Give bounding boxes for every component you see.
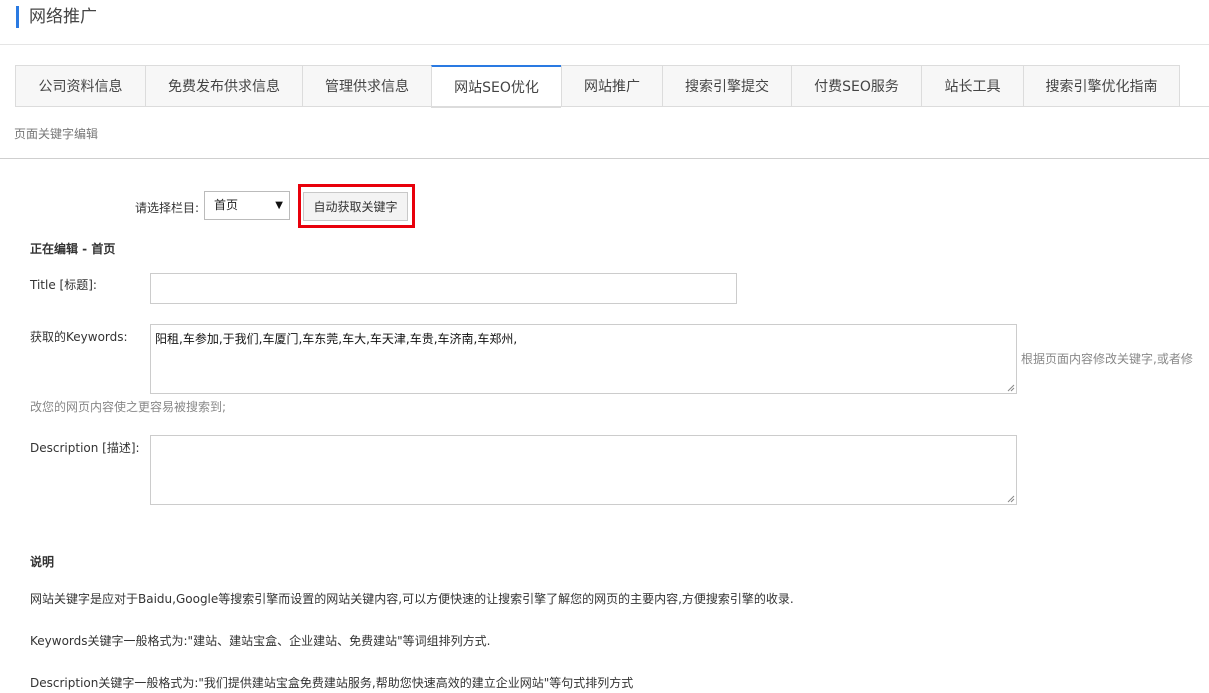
tabs-divider: [15, 106, 1209, 107]
editing-heading: 正在编辑 - 首页: [30, 242, 116, 256]
title-input[interactable]: [150, 273, 737, 304]
resize-handle-icon[interactable]: [1007, 384, 1015, 392]
notes-line-2: Keywords关键字一般格式为:"建站、建站宝盒、企业建站、免费建站"等词组排…: [30, 634, 491, 648]
section-divider: [0, 158, 1209, 159]
notes-line-1: 网站关键字是应对于Baidu,Google等搜索引擎而设置的网站关键内容,可以方…: [30, 592, 794, 606]
tab-seo[interactable]: 网站SEO优化: [431, 65, 561, 108]
dropdown-arrow-icon: ▼: [275, 200, 283, 211]
tab-seo-guide[interactable]: 搜索引擎优化指南: [1023, 65, 1180, 107]
page-header: 网络推广: [0, 0, 1209, 45]
description-label: Description [描述]:: [30, 441, 140, 455]
tab-paid-seo[interactable]: 付费SEO服务: [791, 65, 921, 107]
column-select-value: 首页: [214, 198, 239, 212]
column-label: 请选择栏目:: [135, 201, 200, 215]
tab-webmaster-tools[interactable]: 站长工具: [921, 65, 1023, 107]
auto-get-keywords-button[interactable]: 自动获取关键字: [303, 192, 408, 221]
keywords-hint-line2: 改您的网页内容使之更容易被搜索到;: [30, 400, 227, 414]
page-title: 网络推广: [29, 7, 97, 27]
section-subtitle: 页面关键字编辑: [14, 127, 99, 141]
keywords-hint-line1: 根据页面内容修改关键字,或者修: [1021, 352, 1193, 366]
tab-manage-supply[interactable]: 管理供求信息: [302, 65, 431, 107]
keywords-label: 获取的Keywords:: [30, 330, 128, 344]
notes-title: 说明: [30, 555, 55, 569]
title-label: Title [标题]:: [30, 278, 97, 292]
notes-line-3: Description关键字一般格式为:"我们提供建站宝盒免费建站服务,帮助您快…: [30, 676, 634, 690]
column-select[interactable]: 首页 ▼: [204, 191, 290, 220]
tab-free-publish[interactable]: 免费发布供求信息: [145, 65, 302, 107]
description-textarea[interactable]: [150, 435, 1017, 505]
title-accent-bar: [16, 6, 19, 28]
tab-search-submit[interactable]: 搜索引擎提交: [662, 65, 791, 107]
tab-bar: 公司资料信息 免费发布供求信息 管理供求信息 网站SEO优化 网站推广 搜索引擎…: [15, 65, 1180, 108]
keywords-value: 阳租,车参加,于我们,车厦门,车东莞,车大,车天津,车贵,车济南,车郑州,: [155, 332, 518, 346]
keywords-textarea[interactable]: 阳租,车参加,于我们,车厦门,车东莞,车大,车天津,车贵,车济南,车郑州,: [150, 324, 1017, 394]
resize-handle-icon[interactable]: [1007, 495, 1015, 503]
tab-company-info[interactable]: 公司资料信息: [15, 65, 145, 107]
tab-web-promotion[interactable]: 网站推广: [561, 65, 662, 107]
